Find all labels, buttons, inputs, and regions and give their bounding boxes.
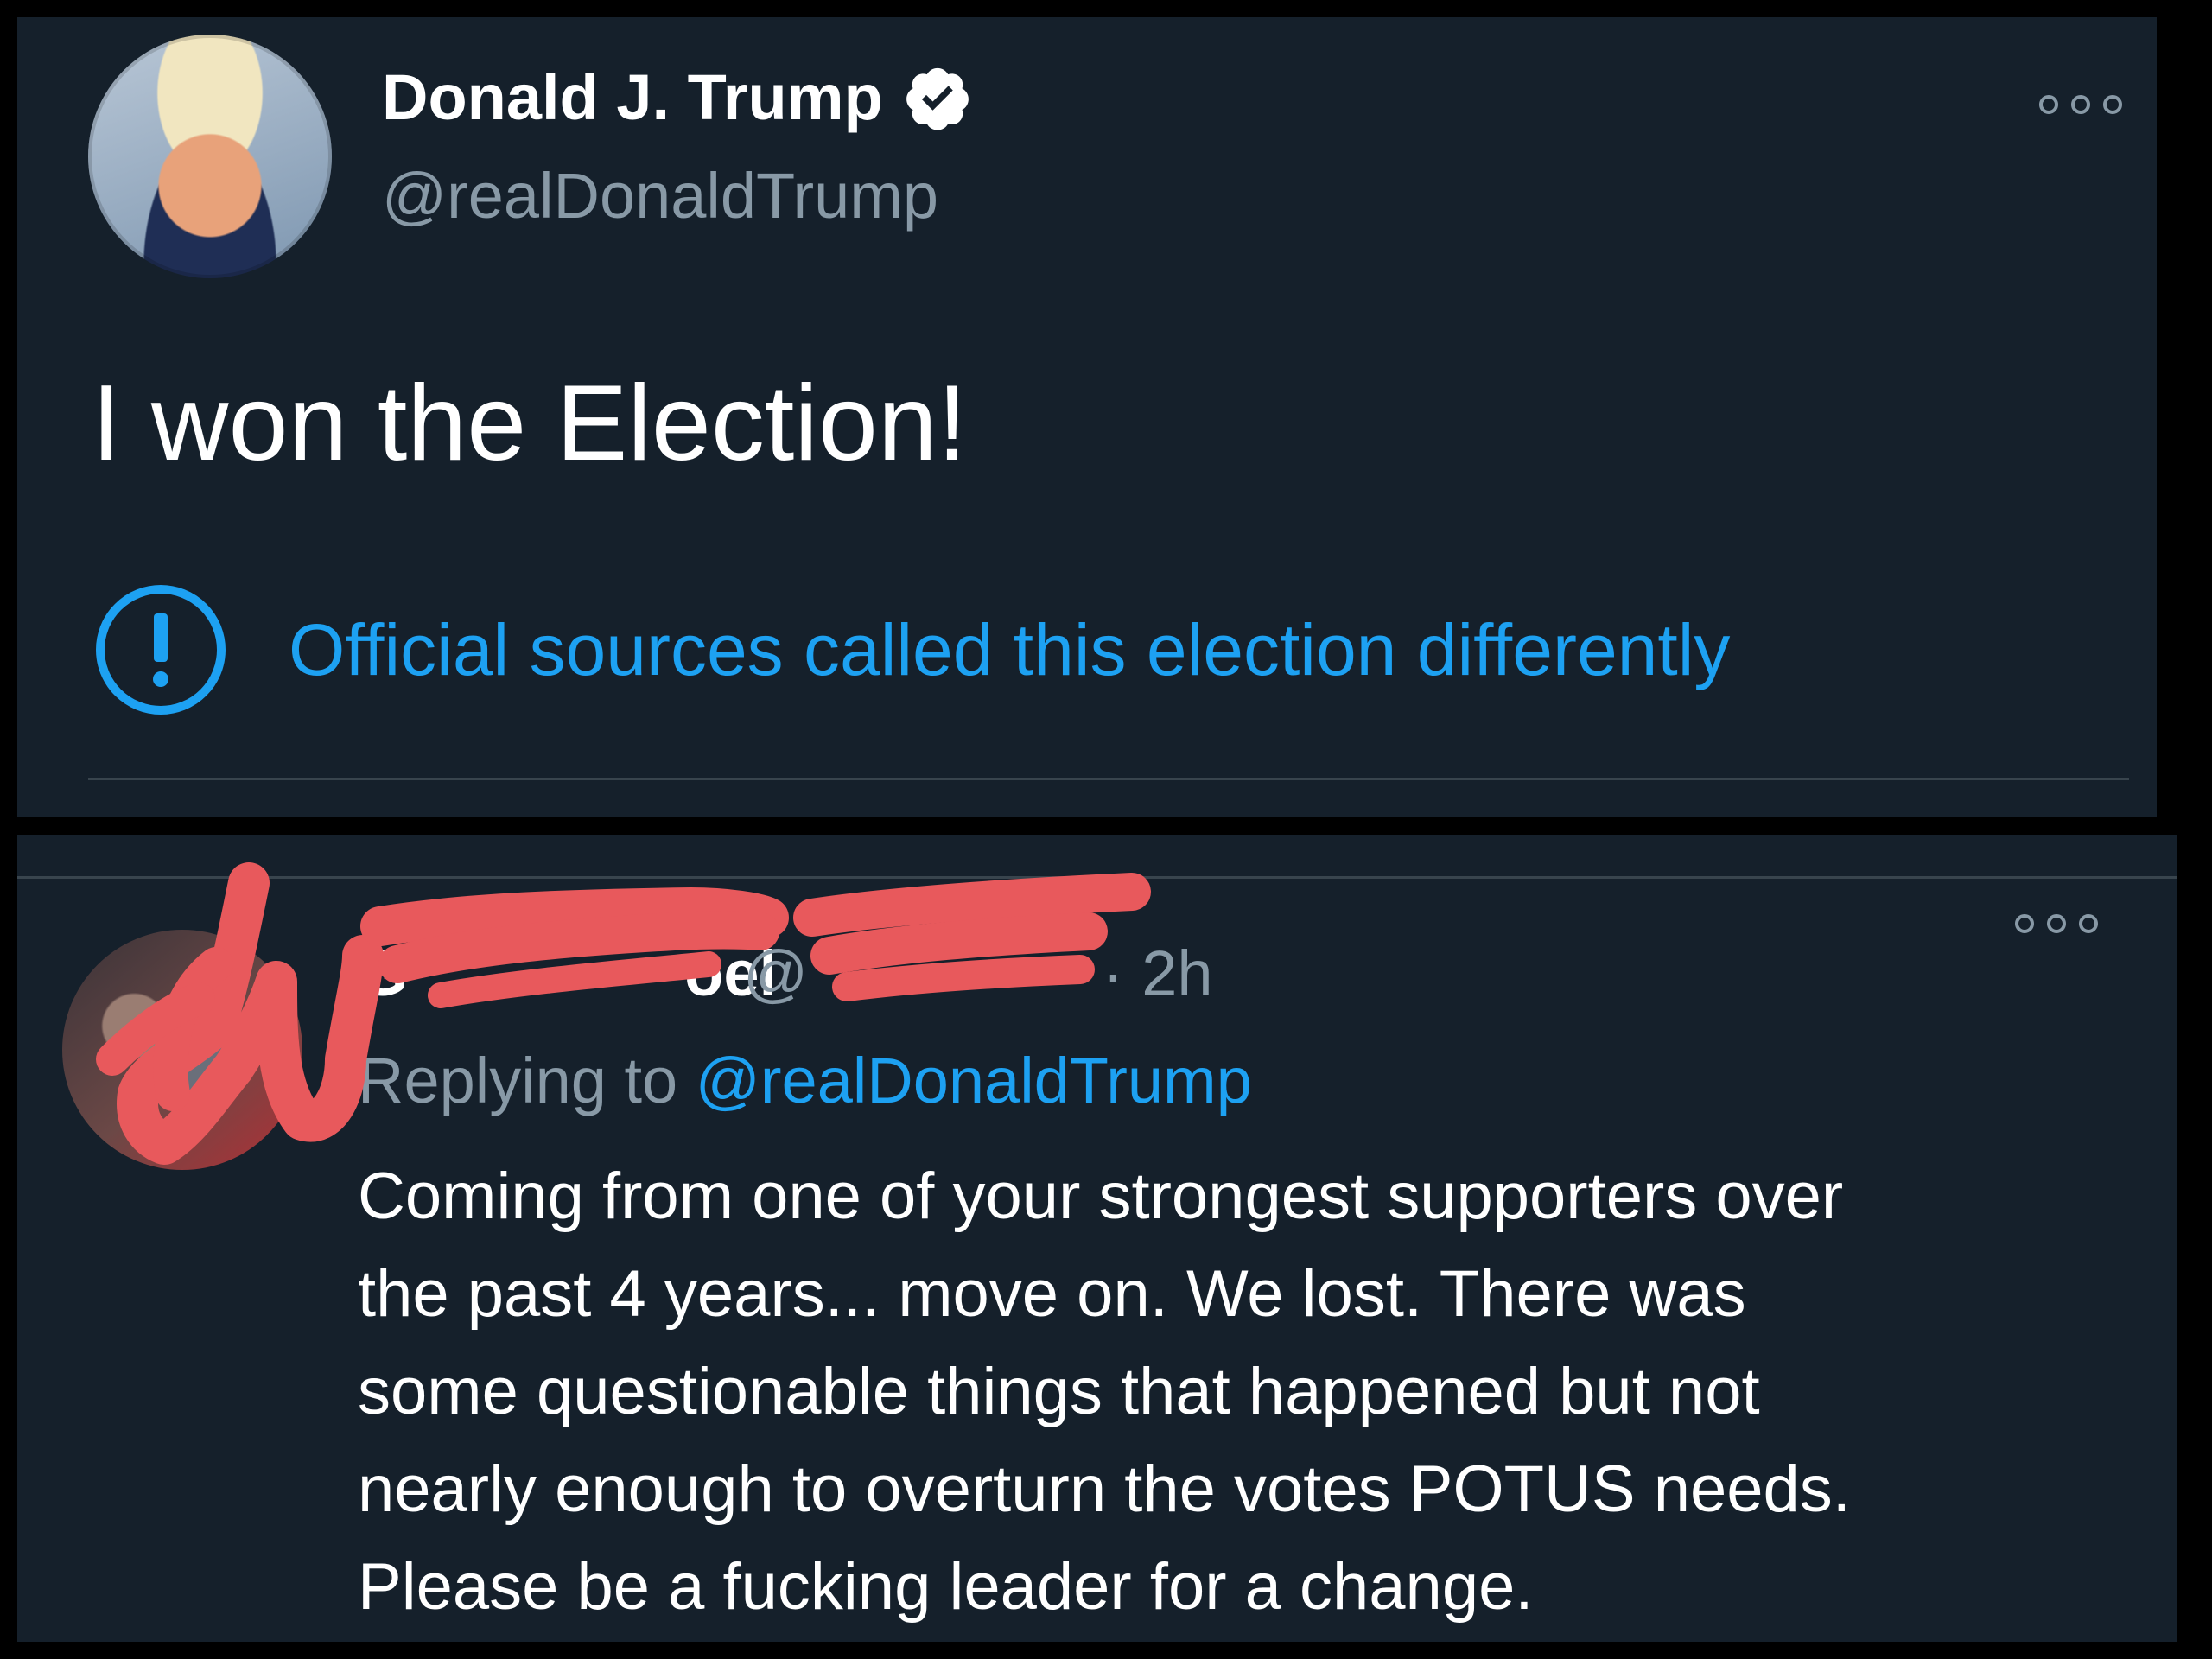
divider bbox=[17, 876, 2177, 879]
reply-author-avatar[interactable] bbox=[62, 930, 302, 1170]
tweet-author-name-row[interactable]: Donald J. Trump bbox=[382, 62, 973, 133]
replying-to-mention[interactable]: @realDonaldTrump bbox=[696, 1045, 1252, 1116]
election-notice-text[interactable]: Official sources called this election di… bbox=[289, 613, 1730, 686]
reply-card: G oel @ · 2h Replying to @realDonaldTrum… bbox=[17, 835, 2177, 1642]
replying-to-line: Replying to @realDonaldTrump bbox=[358, 1049, 1252, 1113]
reply-author-name[interactable]: G oel bbox=[358, 942, 777, 1006]
tweet-author-handle[interactable]: @realDonaldTrump bbox=[382, 164, 938, 228]
reply-text-line: Please be a fucking leader for a change. bbox=[358, 1550, 1534, 1624]
tweet-author-avatar[interactable] bbox=[88, 35, 332, 278]
more-options-icon[interactable] bbox=[2039, 92, 2122, 118]
reply-timestamp[interactable]: · 2h bbox=[1103, 942, 1213, 1006]
reply-text-line: nearly enough to overturn the votes POTU… bbox=[358, 1452, 1851, 1526]
divider bbox=[88, 778, 2129, 780]
verified-badge-icon bbox=[906, 67, 969, 130]
tweet-text: I won the Election! bbox=[92, 364, 968, 483]
reply-text: Coming from one of your strongest suppor… bbox=[358, 1147, 2155, 1636]
replying-to-label: Replying to bbox=[358, 1045, 678, 1116]
tweet-author-name[interactable]: Donald J. Trump bbox=[382, 66, 883, 130]
more-options-icon[interactable] bbox=[2015, 911, 2098, 937]
election-notice-link[interactable]: Official sources called this election di… bbox=[93, 582, 1730, 717]
reply-text-line: some questionable things that happened b… bbox=[358, 1355, 1760, 1428]
reply-text-line: Coming from one of your strongest suppor… bbox=[358, 1160, 1844, 1233]
tweet-card: Donald J. Trump @realDonaldTrump I won t… bbox=[17, 17, 2157, 817]
exclamation-circle-icon bbox=[96, 585, 226, 715]
reply-text-line: the past 4 years... move on. We lost. Th… bbox=[358, 1257, 1746, 1331]
reply-author-handle[interactable]: @ bbox=[743, 942, 808, 1006]
